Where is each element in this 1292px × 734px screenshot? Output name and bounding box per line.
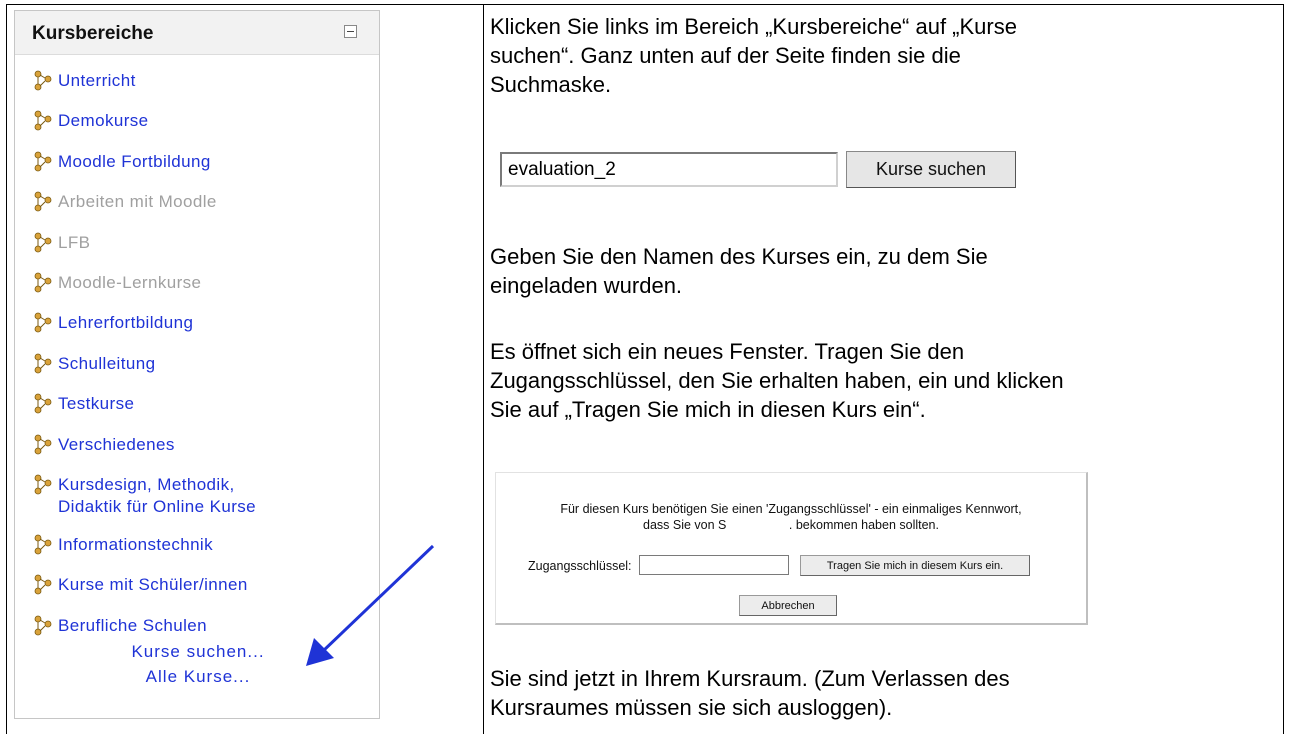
text-line: Suchmaske. bbox=[490, 72, 612, 97]
category-icon bbox=[33, 393, 53, 415]
category-link[interactable]: Verschiedenes bbox=[58, 434, 175, 455]
category-link[interactable]: Informationstechnik bbox=[58, 534, 213, 555]
category-link[interactable]: Unterricht bbox=[58, 70, 136, 91]
category-icon bbox=[33, 110, 53, 132]
instruction-paragraph-4: Sie sind jetzt in Ihrem Kursraum. (Zum V… bbox=[490, 664, 1270, 722]
category-link[interactable]: Testkurse bbox=[58, 393, 134, 414]
category-icon bbox=[33, 232, 53, 254]
text-line: suchen“. Ganz unten auf der Seite finden… bbox=[490, 43, 961, 68]
category-item[interactable]: Moodle-Lernkurse bbox=[15, 271, 379, 311]
text-line: Sie auf „Tragen Sie mich in diesen Kurs … bbox=[490, 397, 926, 422]
enrol-me-button[interactable]: Tragen Sie mich in diesem Kurs ein. bbox=[800, 555, 1030, 576]
column-divider bbox=[483, 5, 484, 734]
category-link[interactable]: Moodle-Lernkurse bbox=[58, 272, 201, 293]
text-line: eingeladen wurden. bbox=[490, 273, 683, 298]
category-link[interactable]: Moodle Fortbildung bbox=[58, 151, 211, 172]
cancel-button[interactable]: Abbrechen bbox=[739, 595, 837, 616]
category-icon bbox=[33, 312, 53, 334]
category-item[interactable]: Schulleitung bbox=[15, 352, 379, 392]
text-line: Kursraumes müssen sie sich ausloggen). bbox=[490, 695, 893, 720]
instruction-paragraph-2: Geben Sie den Namen des Kurses ein, zu d… bbox=[490, 242, 1270, 300]
category-item[interactable]: Kursdesign, Methodik, Didaktik für Online… bbox=[15, 473, 379, 533]
category-icon bbox=[33, 615, 53, 637]
enrolment-key-screenshot: Für diesen Kurs benötigen Sie einen 'Zug… bbox=[495, 472, 1088, 625]
category-link-line-2: Didaktik für Online Kurse bbox=[58, 496, 257, 516]
enrolment-key-input[interactable] bbox=[639, 555, 789, 575]
search-courses-button[interactable]: Kurse suchen bbox=[846, 151, 1016, 188]
text-line: Es öffnet sich ein neues Fenster. Tragen… bbox=[490, 339, 965, 364]
enrol-info-line-1: Für diesen Kurs benötigen Sie einen 'Zug… bbox=[560, 502, 1022, 516]
category-item[interactable]: Lehrerfortbildung bbox=[15, 311, 379, 351]
category-icon bbox=[33, 434, 53, 456]
instruction-paragraph-1: Klicken Sie links im Bereich „Kursbereic… bbox=[490, 12, 1270, 99]
arrow-annotation-icon bbox=[306, 544, 435, 666]
category-link[interactable]: Demokurse bbox=[58, 110, 149, 131]
category-item[interactable]: Moodle Fortbildung bbox=[15, 150, 379, 190]
category-link[interactable]: Kurse mit Schüler/innen bbox=[58, 574, 248, 595]
text-line: Klicken Sie links im Bereich „Kursbereic… bbox=[490, 14, 1017, 39]
category-icon bbox=[33, 272, 53, 294]
enrolment-key-label: Zugangsschlüssel: bbox=[528, 559, 632, 573]
category-link[interactable]: Arbeiten mit Moodle bbox=[58, 191, 217, 212]
all-courses-link[interactable]: Alle Kurse... bbox=[15, 667, 381, 687]
collapse-icon[interactable] bbox=[344, 25, 357, 38]
text-line: Zugangsschlüssel, den Sie erhalten haben… bbox=[490, 368, 1064, 393]
category-item[interactable]: Testkurse bbox=[15, 392, 379, 432]
category-icon bbox=[33, 574, 53, 596]
category-item[interactable]: Demokurse bbox=[15, 109, 379, 149]
category-item[interactable]: Verschiedenes bbox=[15, 433, 379, 473]
category-item[interactable]: Arbeiten mit Moodle bbox=[15, 190, 379, 230]
course-search-input[interactable] bbox=[500, 152, 838, 187]
category-link[interactable]: Berufliche Schulen bbox=[58, 615, 207, 636]
text-line: Sie sind jetzt in Ihrem Kursraum. (Zum V… bbox=[490, 666, 1010, 691]
category-icon bbox=[33, 353, 53, 375]
category-item[interactable]: Unterricht bbox=[15, 69, 379, 109]
category-icon bbox=[33, 474, 53, 496]
block-title: Kursbereiche bbox=[32, 23, 154, 44]
category-link-line-1: Kursdesign, Methodik, bbox=[58, 474, 235, 494]
category-icon bbox=[33, 191, 53, 213]
category-icon bbox=[33, 70, 53, 92]
category-link[interactable]: Schulleitung bbox=[58, 353, 155, 374]
category-icon bbox=[33, 151, 53, 173]
instruction-paragraph-3: Es öffnet sich ein neues Fenster. Tragen… bbox=[490, 337, 1270, 424]
category-item[interactable]: LFB bbox=[15, 231, 379, 271]
enrol-info-line-2: dass Sie von S . bekommen haben sollten. bbox=[643, 518, 939, 532]
category-link[interactable]: Lehrerfortbildung bbox=[58, 312, 193, 333]
text-line: Geben Sie den Namen des Kurses ein, zu d… bbox=[490, 244, 988, 269]
category-icon bbox=[33, 534, 53, 556]
category-link[interactable]: Kursdesign, Methodik, Didaktik für Online… bbox=[58, 474, 256, 518]
block-header: Kursbereiche bbox=[15, 11, 379, 55]
category-link[interactable]: LFB bbox=[58, 232, 90, 253]
